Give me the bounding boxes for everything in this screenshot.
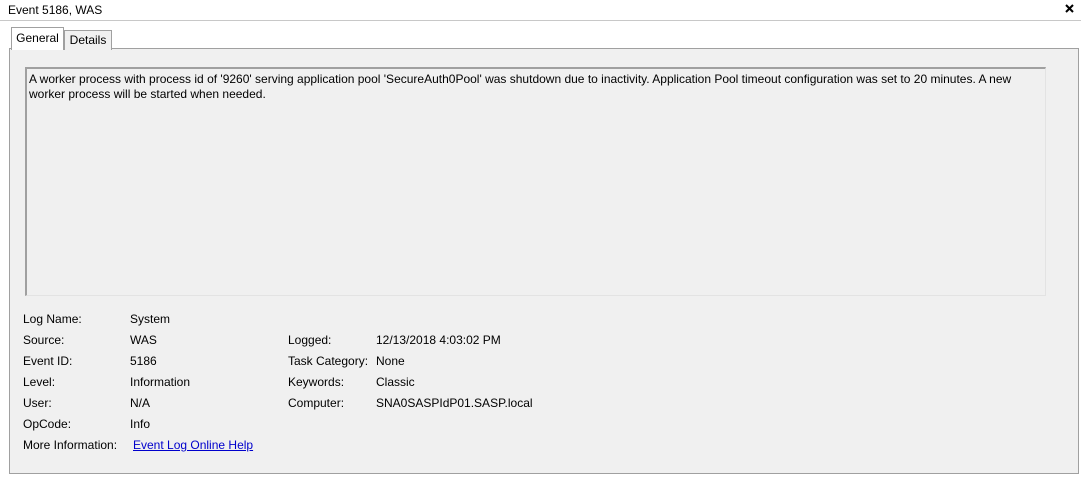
- title-bar: Event 5186, WAS: [0, 0, 1081, 20]
- tab-general[interactable]: General: [11, 27, 64, 50]
- logged-label: Logged:: [288, 333, 332, 347]
- user-value: N/A: [130, 396, 151, 410]
- event-log-online-help-link[interactable]: Event Log Online Help: [133, 438, 253, 452]
- log-name-label: Log Name:: [23, 312, 82, 326]
- keywords-label: Keywords:: [288, 375, 345, 389]
- event-id-value: 5186: [130, 354, 157, 368]
- window-title: Event 5186, WAS: [8, 3, 103, 17]
- task-category-value: None: [376, 354, 405, 368]
- computer-label: Computer:: [288, 396, 345, 410]
- level-label: Level:: [23, 375, 56, 389]
- close-button[interactable]: [1061, 0, 1079, 18]
- computer-value: SNA0SASPIdP01.SASP.local: [376, 396, 533, 410]
- opcode-label: OpCode:: [23, 417, 72, 431]
- level-value: Information: [130, 375, 191, 389]
- more-information-label: More Information:: [23, 438, 118, 452]
- tab-details[interactable]: Details: [64, 30, 112, 50]
- event-properties-window: Event 5186, WAS General Details A worker…: [0, 0, 1081, 481]
- source-label: Source:: [23, 333, 65, 347]
- user-label: User:: [23, 396, 52, 410]
- event-id-label: Event ID:: [23, 354, 73, 368]
- source-value: WAS: [130, 333, 157, 347]
- title-separator: [0, 20, 1081, 21]
- event-description[interactable]: A worker process with process id of '926…: [25, 67, 1046, 296]
- close-icon: [1061, 0, 1079, 18]
- task-category-label: Task Category:: [288, 354, 369, 368]
- opcode-value: Info: [130, 417, 151, 431]
- keywords-value: Classic: [376, 375, 415, 389]
- log-name-value: System: [130, 312, 171, 326]
- logged-value: 12/13/2018 4:03:02 PM: [376, 333, 501, 347]
